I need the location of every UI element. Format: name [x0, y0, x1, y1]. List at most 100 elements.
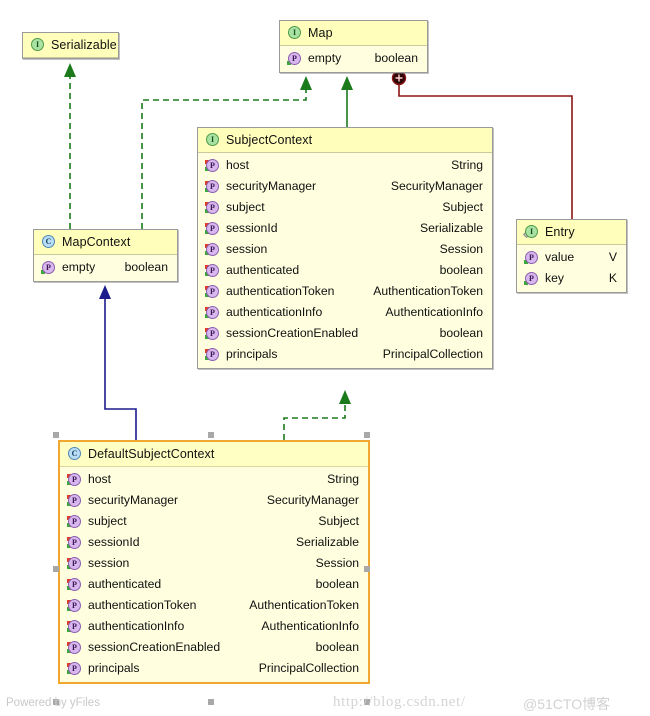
attribute-row[interactable]: P authenticated boolean — [198, 260, 492, 281]
attribute-type: AuthenticationToken — [373, 284, 483, 298]
csdn-tag-watermark: @51CTO博客 — [523, 696, 611, 712]
attribute-row[interactable]: P empty boolean — [280, 48, 427, 69]
attribute-row[interactable]: P authenticationInfo AuthenticationInfo — [198, 302, 492, 323]
attribute-row[interactable]: P subject Subject — [60, 511, 368, 532]
attribute-name: empty — [308, 51, 342, 65]
attribute-name: securityManager — [226, 179, 317, 193]
property-icon: P — [205, 347, 220, 362]
attribute-type: Serializable — [295, 535, 359, 549]
property-icon: P — [41, 260, 56, 275]
property-icon: P — [205, 263, 220, 278]
selection-handle[interactable] — [53, 566, 59, 572]
nested-interface-icon: I — [522, 224, 539, 239]
attribute-type: SecurityManager — [266, 493, 359, 507]
class-icon: C — [67, 446, 82, 461]
attribute-row[interactable]: P authenticationInfo AuthenticationInfo — [60, 616, 368, 637]
edge-subjectcontext-extends-map[interactable] — [341, 76, 353, 127]
attribute-row[interactable]: P authenticated boolean — [60, 574, 368, 595]
uml-class-serializable[interactable]: I Serializable — [22, 32, 119, 59]
edge-defaultsubjectcontext-extends-mapcontext[interactable] — [99, 285, 137, 440]
property-icon: P — [205, 284, 220, 299]
attribute-name: authenticationInfo — [226, 305, 323, 319]
attribute-type: boolean — [439, 326, 483, 340]
attribute-row[interactable]: P principals PrincipalCollection — [198, 344, 492, 365]
class-name: DefaultSubjectContext — [88, 446, 215, 461]
attribute-row[interactable]: P securityManager SecurityManager — [198, 176, 492, 197]
attribute-row[interactable]: P authenticationToken AuthenticationToke… — [198, 281, 492, 302]
uml-class-mapcontext[interactable]: C MapContext P empty boolean — [33, 229, 178, 282]
interface-icon: I — [205, 132, 220, 147]
attribute-type: PrincipalCollection — [258, 661, 359, 675]
attribute-row[interactable]: P authenticationToken AuthenticationToke… — [60, 595, 368, 616]
attribute-type: String — [327, 472, 359, 486]
attribute-row[interactable]: P empty boolean — [34, 257, 177, 278]
attribute-row[interactable]: P sessionId Serializable — [198, 218, 492, 239]
attribute-name: host — [88, 472, 112, 486]
attribute-name: sessionCreationEnabled — [88, 640, 221, 654]
attribute-type: Serializable — [419, 221, 483, 235]
property-icon: P — [67, 472, 82, 487]
uml-class-defaultsubjectcontext[interactable]: C DefaultSubjectContext P host String P … — [58, 440, 370, 684]
class-header: I Map — [280, 21, 427, 46]
class-header: I Serializable — [23, 33, 118, 58]
property-icon: P — [205, 158, 220, 173]
property-icon: P — [205, 200, 220, 215]
selection-handle[interactable] — [364, 566, 370, 572]
attribute-name: sessionId — [88, 535, 140, 549]
edge-defaultsubjectcontext-implements-subjectcontext[interactable] — [283, 390, 351, 440]
attribute-name: authenticationInfo — [88, 619, 185, 633]
uml-class-entry[interactable]: I Entry P value V P key K — [516, 219, 627, 293]
class-header: I SubjectContext — [198, 128, 492, 153]
attribute-row[interactable]: P subject Subject — [198, 197, 492, 218]
attribute-type: boolean — [439, 263, 483, 277]
class-attributes: P value V P key K — [517, 245, 626, 292]
attribute-row[interactable]: P host String — [60, 469, 368, 490]
attribute-name: subject — [226, 200, 265, 214]
attribute-name: session — [88, 556, 130, 570]
attribute-row[interactable]: P sessionId Serializable — [60, 532, 368, 553]
attribute-row[interactable]: P sessionCreationEnabled boolean — [60, 637, 368, 658]
property-icon: P — [524, 250, 539, 265]
property-icon: P — [287, 51, 302, 66]
property-icon: P — [205, 242, 220, 257]
property-icon: P — [67, 619, 82, 634]
attribute-name: session — [226, 242, 268, 256]
property-icon: P — [524, 271, 539, 286]
property-icon: P — [205, 179, 220, 194]
attribute-row[interactable]: P sessionCreationEnabled boolean — [198, 323, 492, 344]
attribute-type: K — [608, 271, 617, 285]
class-attributes: P host String P securityManager Security… — [60, 467, 368, 682]
attribute-row[interactable]: P value V — [517, 247, 626, 268]
class-attributes: P host String P securityManager Security… — [198, 153, 492, 368]
property-icon: P — [67, 535, 82, 550]
property-icon: P — [205, 326, 220, 341]
selection-handle[interactable] — [364, 432, 370, 438]
attribute-name: principals — [88, 661, 140, 675]
class-header: I Entry — [517, 220, 626, 245]
selection-handle[interactable] — [53, 432, 59, 438]
selection-handle[interactable] — [208, 432, 214, 438]
attribute-row[interactable]: P session Session — [198, 239, 492, 260]
class-name: MapContext — [62, 234, 131, 249]
attribute-name: authenticated — [88, 577, 162, 591]
attribute-type: boolean — [315, 577, 359, 591]
attribute-type: AuthenticationInfo — [385, 305, 483, 319]
property-icon: P — [67, 661, 82, 676]
attribute-name: key — [545, 271, 564, 285]
attribute-row[interactable]: P securityManager SecurityManager — [60, 490, 368, 511]
property-icon: P — [205, 221, 220, 236]
attribute-row[interactable]: P host String — [198, 155, 492, 176]
uml-class-subjectcontext[interactable]: I SubjectContext P host String P securit… — [197, 127, 493, 369]
attribute-row[interactable]: P key K — [517, 268, 626, 289]
attribute-row[interactable]: P principals PrincipalCollection — [60, 658, 368, 679]
class-attributes: P empty boolean — [280, 46, 427, 72]
selection-handle[interactable] — [208, 699, 214, 705]
class-header: C DefaultSubjectContext — [60, 442, 368, 467]
csdn-url-watermark: http://blog.csdn.net/ — [333, 694, 466, 710]
uml-class-map[interactable]: I Map P empty boolean — [279, 20, 428, 73]
edge-mapcontext-implements-serializable[interactable] — [64, 63, 76, 229]
property-icon: P — [67, 577, 82, 592]
class-name: Entry — [545, 224, 575, 239]
diagram-canvas[interactable]: Serializable (realization, dashed green)… — [0, 0, 650, 716]
attribute-row[interactable]: P session Session — [60, 553, 368, 574]
